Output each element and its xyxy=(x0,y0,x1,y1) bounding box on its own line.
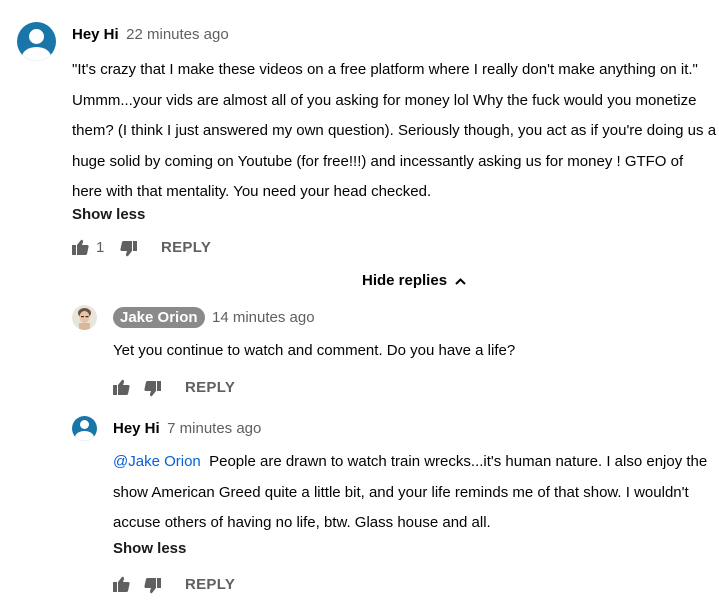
comment-line: "It's crazy that I make these videos on … xyxy=(72,61,698,78)
hide-replies-button[interactable]: Hide replies xyxy=(362,272,466,289)
person-avatar-body xyxy=(75,431,94,441)
reply-button[interactable]: REPLY xyxy=(161,239,211,256)
person-avatar-icon xyxy=(80,420,89,429)
thumb-down-icon[interactable] xyxy=(144,381,161,397)
comment-text: "It's crazy that I make these videos on … xyxy=(72,55,717,208)
comment-header: Hey Hi 22 minutes ago xyxy=(72,26,229,44)
reply-time[interactable]: 7 minutes ago xyxy=(167,420,261,437)
comment-author[interactable]: Hey Hi xyxy=(72,26,119,43)
reply-line: show American Greed quite a little bit, … xyxy=(113,483,689,501)
thumb-up-icon[interactable] xyxy=(72,239,89,255)
reply-line: accuse others of having no life, btw. Gl… xyxy=(113,514,491,532)
thumb-up-icon[interactable] xyxy=(113,576,130,592)
reply-line-text: People are drawn to watch train wrecks..… xyxy=(209,453,708,470)
profile-photo-icon xyxy=(78,308,91,330)
reply-header: Hey Hi 7 minutes ago xyxy=(113,420,261,438)
reply-time[interactable]: 14 minutes ago xyxy=(212,309,315,326)
thumb-down-icon[interactable] xyxy=(144,578,161,594)
reply-text: Yet you continue to watch and comment. D… xyxy=(113,342,516,359)
avatar[interactable] xyxy=(72,416,97,441)
avatar[interactable] xyxy=(17,22,56,61)
comment-time[interactable]: 22 minutes ago xyxy=(126,26,229,43)
person-avatar-icon xyxy=(29,29,44,44)
show-less-button[interactable]: Show less xyxy=(113,540,186,557)
mention-link[interactable]: @Jake Orion xyxy=(113,453,201,470)
like-count: 1 xyxy=(96,239,105,256)
reply-header: Jake Orion 14 minutes ago xyxy=(113,307,315,328)
reply-author[interactable]: Hey Hi xyxy=(113,420,160,437)
reply-button[interactable]: REPLY xyxy=(185,379,235,396)
thumb-down-icon[interactable] xyxy=(120,241,137,257)
thumb-up-icon[interactable] xyxy=(113,379,130,395)
comment-line: them? (I think I just answered my own qu… xyxy=(72,122,717,140)
comment-line: huge solid by coming on Youtube (for fre… xyxy=(72,152,684,170)
chevron-up-icon xyxy=(455,277,466,285)
show-less-button[interactable]: Show less xyxy=(72,206,145,223)
reply-text: @Jake Orion People are drawn to watch tr… xyxy=(113,447,717,539)
comment-line: Ummm...your vids are almost all of you a… xyxy=(72,91,697,109)
channel-owner-badge[interactable]: Jake Orion xyxy=(113,307,205,328)
reply-button[interactable]: REPLY xyxy=(185,576,235,593)
person-avatar-body xyxy=(22,47,51,61)
avatar[interactable] xyxy=(72,305,97,330)
comment-line: here with that mentality. You need your … xyxy=(72,183,432,201)
reply-line: @Jake Orion People are drawn to watch tr… xyxy=(113,447,717,478)
hide-replies-label: Hide replies xyxy=(362,272,448,289)
